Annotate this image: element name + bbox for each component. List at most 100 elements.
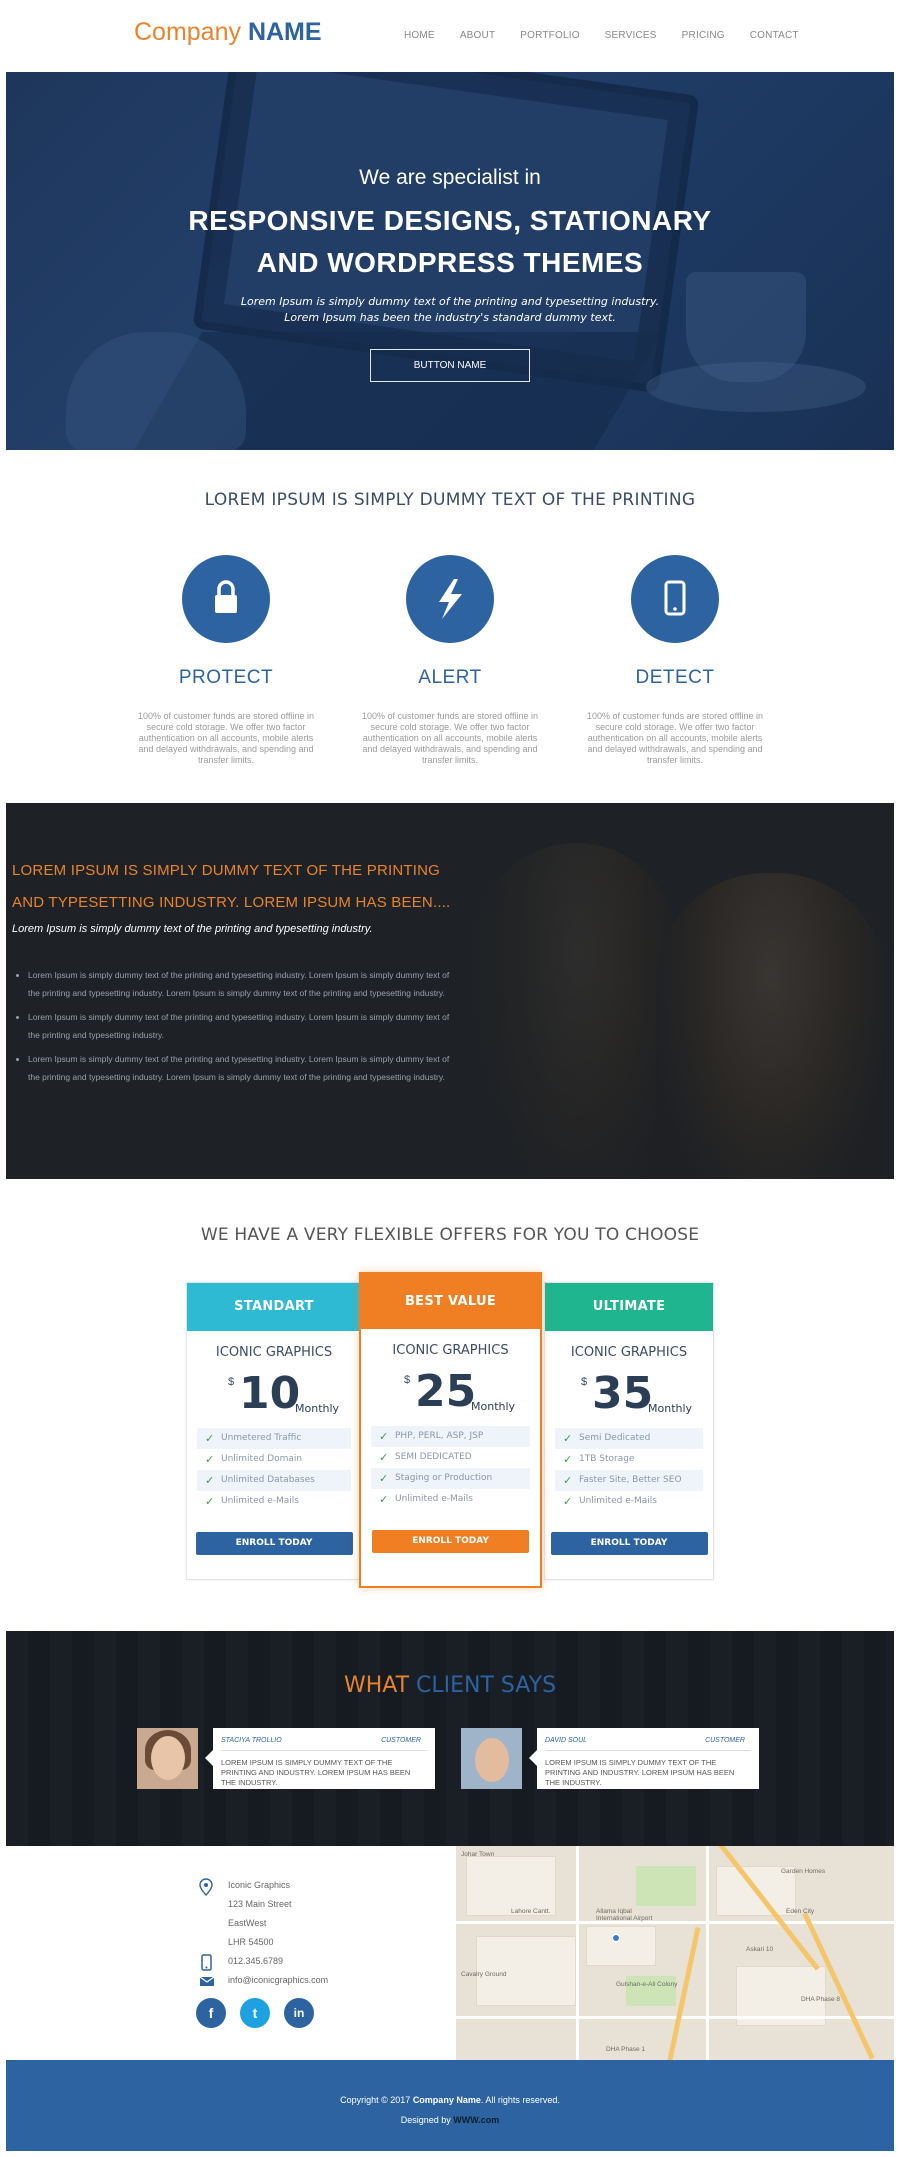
price-currency: $ (404, 1374, 411, 1386)
enroll-button[interactable]: ENROLL TODAY (372, 1530, 529, 1553)
check-icon: ✓ (563, 1432, 573, 1445)
team-section: LOREM IPSUM IS SIMPLY DUMMY TEXT OF THE … (6, 803, 894, 1179)
price-amount: 25 (415, 1366, 477, 1417)
check-icon: ✓ (379, 1451, 389, 1464)
twitter-icon[interactable]: t (240, 1998, 270, 2028)
plan-price: $ 25 Monthly (361, 1364, 540, 1426)
feature-detect: DETECT 100% of customer funds are stored… (575, 555, 775, 766)
price-amount: 35 (592, 1368, 654, 1419)
contact-info: Iconic Graphics 123 Main Street EastWest… (196, 1876, 328, 1990)
plan-label: ULTIMATE (545, 1283, 713, 1331)
nav-portfolio[interactable]: PORTFOLIO (520, 30, 579, 41)
logo-light-text: Company (134, 18, 241, 46)
nav-home[interactable]: HOME (404, 30, 435, 41)
testimonial-role: CUSTOMER (705, 1737, 745, 1744)
check-icon: ✓ (563, 1495, 573, 1508)
feature-description: 100% of customer funds are stored offlin… (587, 711, 763, 765)
contact-email[interactable]: info@iconicgraphics.com (196, 1971, 328, 1990)
main-nav: HOME ABOUT PORTFOLIO SERVICES PRICING CO… (404, 30, 824, 41)
list-item: ✓ 1TB Storage (555, 1449, 703, 1470)
site-header: Company NAME HOME ABOUT PORTFOLIO SERVIC… (0, 0, 900, 70)
testimonial-name: DAVID SOUL (545, 1737, 588, 1744)
price-period: Monthly (295, 1402, 340, 1415)
contact-phone: 012.345.6789 (196, 1952, 328, 1971)
map-label: Askari 10 (746, 1946, 774, 1953)
linkedin-icon[interactable]: in (284, 1998, 314, 2028)
list-item: ✓ Unlimited e-Mails (371, 1489, 530, 1510)
nav-about[interactable]: ABOUT (460, 30, 495, 41)
map-label: DHA Phase 1 (606, 2046, 646, 2053)
check-icon: ✓ (379, 1493, 389, 1506)
nav-pricing[interactable]: PRICING (682, 30, 725, 41)
hero-subtitle-line-2: Lorem Ipsum has been the industry's stan… (284, 311, 616, 324)
avatar (461, 1728, 522, 1789)
list-item: ✓ Unlimited e-Mails (197, 1491, 351, 1512)
team-heading-line-2: AND TYPESETTING INDUSTRY. LOREM IPSUM HA… (12, 894, 451, 911)
check-icon: ✓ (563, 1474, 573, 1487)
plan-name: ICONIC GRAPHICS (392, 1343, 509, 1358)
list-item: ✓ Unlimited Domain (197, 1449, 351, 1470)
plan-features: ✓ Unmetered Traffic ✓ Unlimited Domain ✓ Un… (197, 1428, 351, 1512)
enroll-button[interactable]: ENROLL TODAY (195, 1532, 353, 1555)
check-icon: ✓ (205, 1453, 215, 1466)
plan-label: BEST VALUE (361, 1274, 540, 1329)
address-street: 123 Main Street (228, 1899, 292, 1909)
feature-protect: PROTECT 100% of customer funds are store… (126, 555, 326, 766)
map-label: DHA Phase 8 (801, 1996, 841, 2003)
facebook-icon[interactable]: f (196, 1998, 226, 2028)
feature-name: PROTECT (178, 667, 274, 688)
site-footer: Copyright © 2017 Company Name. All right… (6, 2060, 894, 2151)
list-item: ✓ PHP, PERL, ASP, JSP (371, 1426, 530, 1447)
feature-name: ALERT (418, 667, 482, 688)
hero-banner: We are specialist in RESPONSIVE DESIGNS,… (6, 72, 894, 450)
plan-features: ✓ Semi Dedicated ✓ 1TB Storage ✓ Faster Sit… (555, 1428, 703, 1512)
enroll-button[interactable]: ENROLL TODAY (550, 1532, 708, 1555)
designed-by: Designed by WWW.com (400, 2115, 500, 2125)
address-company: Iconic Graphics (196, 1876, 328, 1896)
nav-contact[interactable]: CONTACT (750, 30, 799, 41)
map-label: Gulshan-e-Ali Colony (616, 1981, 678, 1988)
check-icon: ✓ (205, 1432, 215, 1445)
plan-price: $ 35 Monthly (545, 1366, 713, 1428)
hero-button[interactable]: BUTTON NAME (370, 349, 530, 382)
contact-section: Iconic Graphics 123 Main Street EastWest… (6, 1846, 894, 2060)
copyright-text: Copyright © 2017 Company Name. All right… (340, 2095, 560, 2105)
team-heading: LOREM IPSUM IS SIMPLY DUMMY TEXT OF THE … (12, 855, 492, 919)
logo-bold-text: NAME (247, 18, 322, 46)
social-links: f t in (196, 1998, 314, 2028)
pricing-card-standart: STANDART ICONIC GRAPHICS $ 10 Monthly ✓ U… (186, 1282, 362, 1580)
lightning-icon (406, 555, 494, 643)
list-item: Lorem Ipsum is simply dummy text of the … (28, 1050, 458, 1086)
list-item: ✓ Staging or Production (371, 1468, 530, 1489)
map-label: Johar Town (461, 1851, 495, 1858)
price-currency: $ (581, 1376, 588, 1388)
designer-link[interactable]: WWW.com (453, 2115, 499, 2125)
company-name: Company Name (412, 2095, 481, 2105)
map-pin-icon (199, 1878, 213, 1896)
list-item: Lorem Ipsum is simply dummy text of the … (28, 1008, 458, 1044)
location-map[interactable]: Allama Iqbal International Airport Lahor… (456, 1846, 894, 2060)
list-item: ✓ Unlimited Databases (197, 1470, 351, 1491)
testimonial-role: CUSTOMER (381, 1737, 421, 1744)
mobile-icon (631, 555, 719, 643)
pricing-card-ultimate: ULTIMATE ICONIC GRAPHICS $ 35 Monthly ✓ S… (544, 1282, 714, 1580)
hero-kicker: We are specialist in (359, 166, 541, 189)
testimonial-text: LOREM IPSUM IS SIMPLY DUMMY TEXT OF THE … (545, 1758, 735, 1787)
testimonials-title: WHAT CLIENT SAYS (343, 1673, 557, 1698)
list-item: Lorem Ipsum is simply dummy text of the … (28, 966, 458, 1002)
map-label: Garden Homes (781, 1868, 826, 1875)
check-icon: ✓ (205, 1495, 215, 1508)
feature-alert: ALERT 100% of customer funds are stored … (350, 555, 550, 766)
avatar (137, 1728, 198, 1789)
map-pin-marker (612, 1934, 620, 1942)
plan-price: $ 10 Monthly (187, 1366, 361, 1428)
check-icon: ✓ (379, 1472, 389, 1485)
list-item: ✓ Faster Site, Better SEO (555, 1470, 703, 1491)
address-area: EastWest (228, 1918, 267, 1928)
hero-subtitle: Lorem Ipsum is simply dummy text of the … (156, 294, 744, 326)
company-logo[interactable]: Company NAME (134, 18, 322, 47)
feature-description: 100% of customer funds are stored offlin… (138, 711, 314, 765)
price-currency: $ (228, 1376, 235, 1388)
hero-title: RESPONSIVE DESIGNS, STATIONARY AND WORDPR… (188, 205, 712, 278)
nav-services[interactable]: SERVICES (605, 30, 657, 41)
